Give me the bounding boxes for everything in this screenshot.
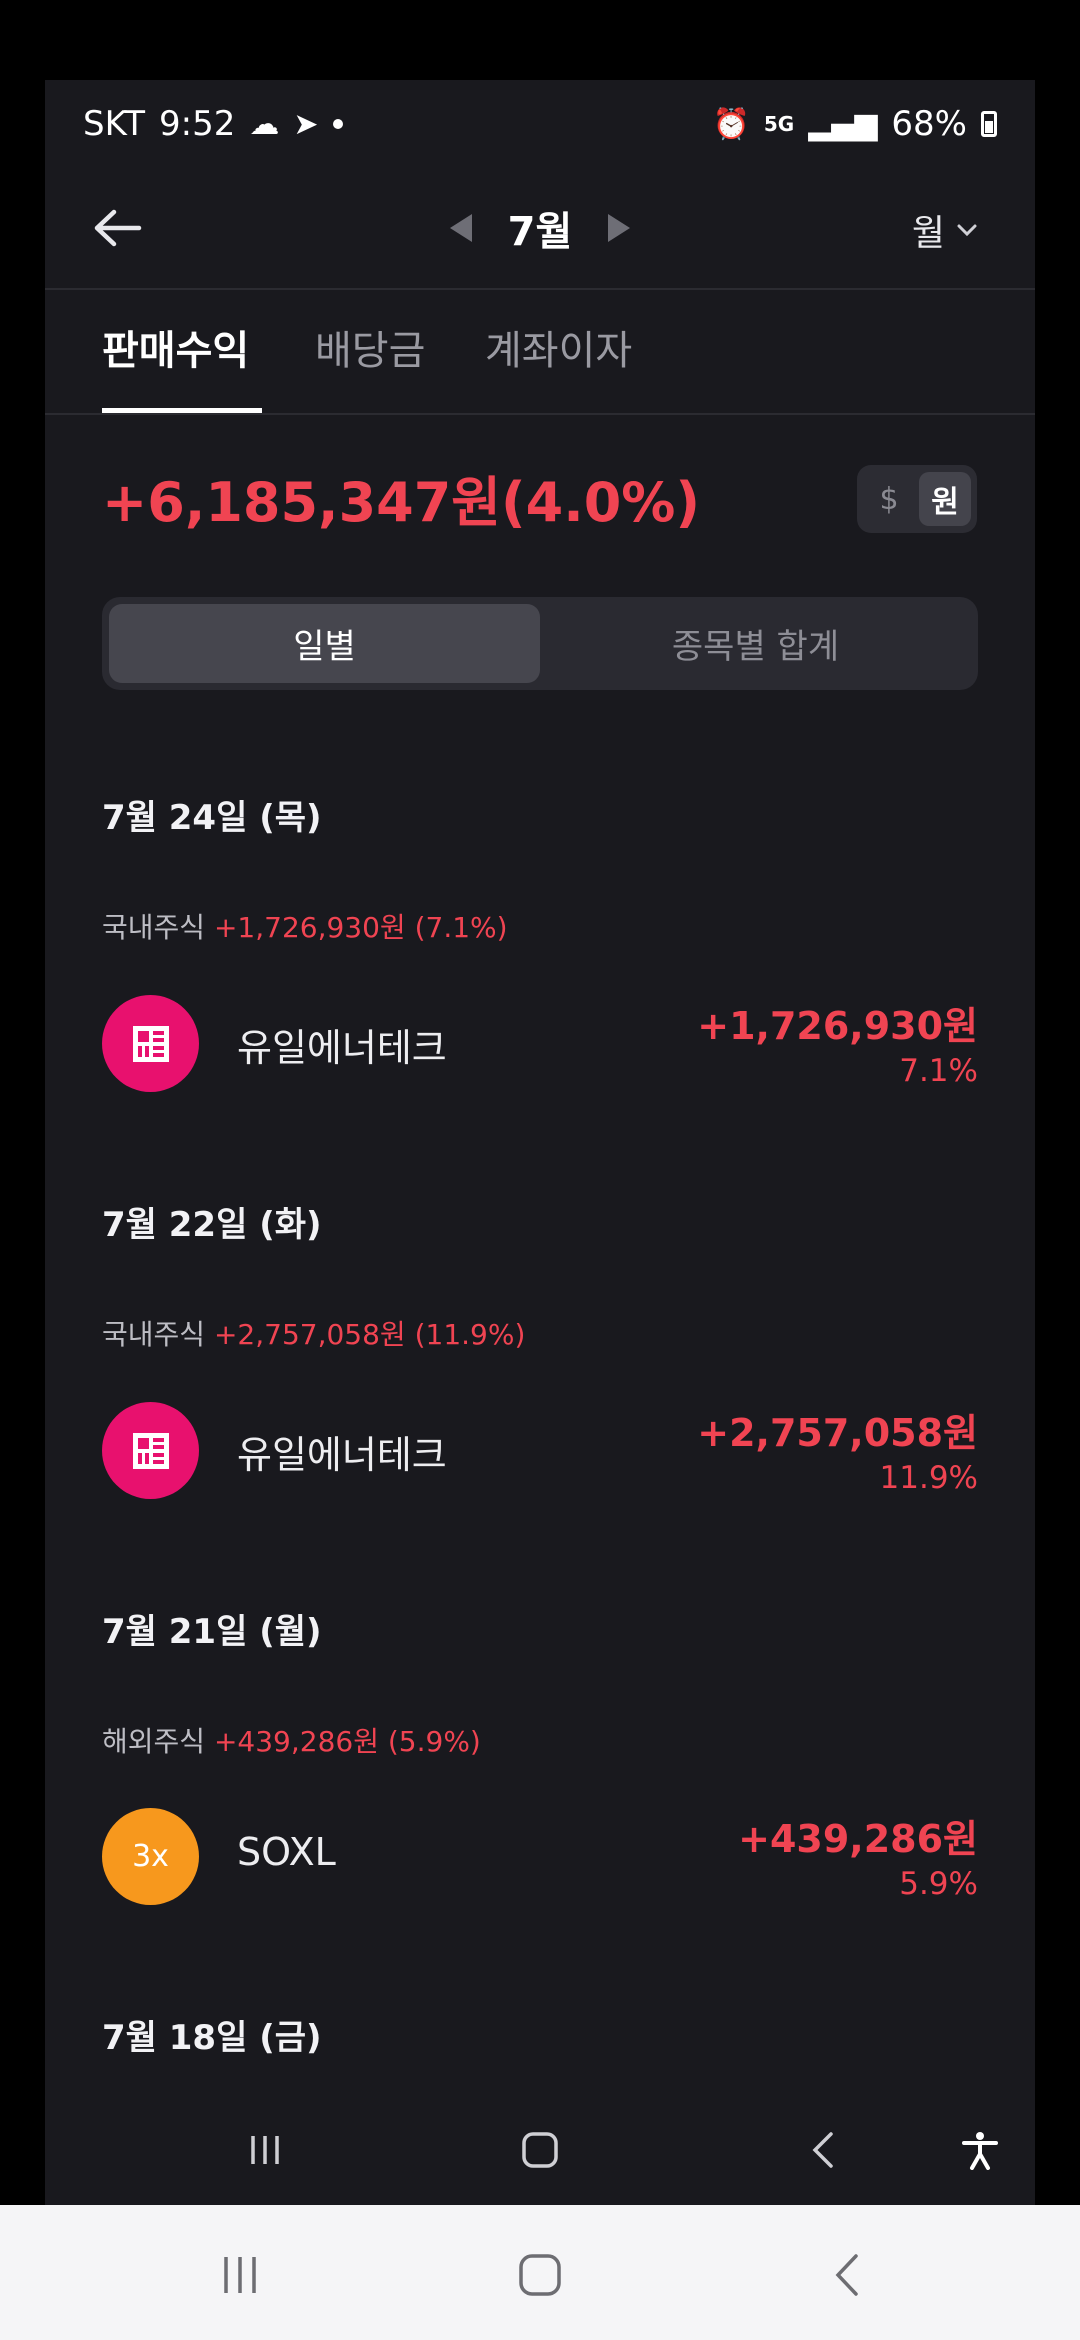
stock-name: SOXL: [237, 1830, 336, 1874]
top-header: 7월 월: [45, 168, 1035, 290]
recent-apps-icon[interactable]: [218, 2253, 262, 2297]
next-month-button[interactable]: [608, 214, 631, 242]
back-nav-icon[interactable]: [826, 2253, 870, 2297]
income-tabs: 판매수익 배당금 계좌이자: [45, 290, 1035, 415]
app-screen: SKT 9:52 ☁ ➤ ⏰ 5G ▂▄▆ 68% 7월 월 판매수익 배당금 …: [45, 80, 1035, 2205]
yuil-logo-icon: [132, 1432, 169, 1469]
stock-profit: +439,286원: [738, 1817, 978, 1861]
alarm-icon: ⏰: [712, 106, 750, 142]
active-tab-indicator: [102, 408, 262, 413]
date-header: 7월 24일 (목): [102, 798, 322, 838]
back-nav-icon[interactable]: [805, 2130, 845, 2170]
category-amount: +1,726,930원 (7.1%): [213, 911, 508, 944]
stock-name: 유일에너테크: [237, 1026, 447, 1070]
stock-logo: [102, 995, 199, 1092]
date-header: 7월 22일 (화): [102, 1205, 322, 1245]
period-label: 월: [911, 213, 945, 254]
stock-logo: [102, 1402, 199, 1499]
category-amount: +2,757,058원 (11.9%): [213, 1318, 526, 1351]
home-icon[interactable]: [518, 2253, 562, 2297]
stock-logo: 3x: [102, 1808, 199, 1905]
stock-name: 유일에너테크: [237, 1433, 447, 1477]
stock-row[interactable]: 유일에너테크 +2,757,058원 11.9%: [102, 1402, 978, 1502]
stock-profit-pct: 7.1%: [899, 1053, 978, 1089]
tab-dividends[interactable]: 배당금: [315, 318, 425, 376]
prev-month-button[interactable]: [449, 214, 472, 242]
stock-profit-pct: 11.9%: [879, 1460, 978, 1496]
currency-usd-option[interactable]: $: [863, 472, 915, 526]
system-navigation-bar: [0, 2205, 1080, 2340]
by-stock-view-button[interactable]: 종목별 합계: [540, 604, 971, 683]
category-label: 국내주식: [102, 911, 206, 944]
category-summary: 해외주식 +439,286원 (5.9%): [102, 1720, 481, 1760]
carrier: SKT: [83, 104, 146, 144]
tab-sales-profit[interactable]: 판매수익: [102, 318, 249, 376]
telegram-icon: ➤: [293, 106, 319, 142]
tab-account-interest[interactable]: 계좌이자: [485, 318, 632, 376]
battery-percent: 68%: [891, 104, 967, 144]
notification-dot-icon: [332, 119, 343, 129]
accessibility-icon[interactable]: [960, 2130, 1000, 2170]
stock-profit-pct: 5.9%: [899, 1866, 978, 1902]
clock: 9:52: [159, 104, 236, 144]
category-amount: +439,286원 (5.9%): [213, 1725, 481, 1758]
status-bar: SKT 9:52 ☁ ➤ ⏰ 5G ▂▄▆ 68%: [45, 80, 1035, 168]
date-header: 7월 21일 (월): [102, 1612, 322, 1652]
cloud-icon: ☁: [249, 106, 280, 142]
category-label: 국내주식: [102, 1318, 206, 1351]
view-segment: 일별 종목별 합계: [102, 597, 978, 690]
category-label: 해외주식: [102, 1725, 206, 1758]
yuil-logo-icon: [132, 1025, 169, 1062]
category-summary: 국내주식 +2,757,058원 (11.9%): [102, 1313, 525, 1353]
home-icon[interactable]: [520, 2130, 560, 2170]
month-title: 7월: [507, 209, 573, 255]
chevron-down-icon: [957, 224, 977, 237]
network-type: 5G: [763, 112, 795, 136]
stock-row[interactable]: 유일에너테크 +1,726,930원 7.1%: [102, 995, 978, 1095]
currency-toggle[interactable]: $ 원: [857, 465, 977, 533]
battery-icon: [981, 111, 997, 137]
stock-row[interactable]: 3x SOXL +439,286원 5.9%: [102, 1808, 978, 1908]
month-navigator: 7월: [45, 196, 1035, 260]
date-header: 7월 18일 (금): [102, 2018, 322, 2058]
currency-krw-option[interactable]: 원: [919, 472, 971, 526]
period-dropdown[interactable]: 월: [912, 204, 977, 256]
recent-apps-icon[interactable]: [245, 2130, 285, 2170]
daily-view-button[interactable]: 일별: [109, 604, 540, 683]
stock-profit: +2,757,058원: [697, 1411, 978, 1455]
signal-icon: ▂▄▆: [808, 106, 878, 142]
stock-profit: +1,726,930원: [697, 1004, 978, 1048]
category-summary: 국내주식 +1,726,930원 (7.1%): [102, 906, 508, 946]
total-profit: +6,185,347원(4.0%): [102, 471, 701, 534]
app-navigation-bar: [45, 2110, 1035, 2205]
